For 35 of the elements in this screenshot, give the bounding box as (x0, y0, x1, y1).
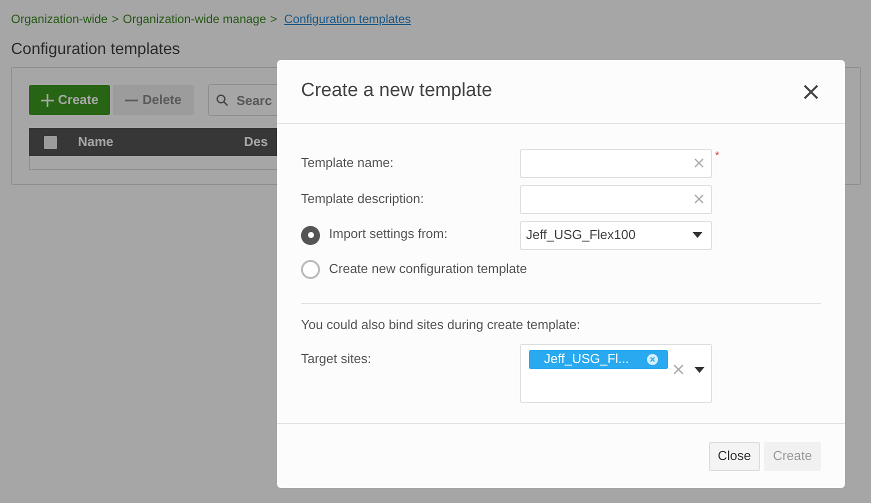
breadcrumb-link[interactable]: Organization-wide manage (122, 10, 266, 28)
site-tag[interactable]: Jeff_USG_Fl... (529, 350, 668, 368)
clear-icon[interactable] (694, 158, 704, 168)
caret-icon (692, 232, 703, 238)
option-label: Create new configuration template (329, 260, 528, 278)
field-label: Template name: (301, 154, 394, 172)
clear-icon[interactable] (694, 194, 704, 204)
radio-button[interactable] (301, 226, 320, 244)
dropdown[interactable]: Jeff_USG_Flex100 (520, 220, 712, 250)
plus-icon (41, 94, 54, 106)
breadcrumb-separator: > (270, 11, 278, 28)
checkbox[interactable] (44, 136, 57, 148)
breadcrumb-link[interactable]: Configuration templates (284, 10, 411, 28)
radio-button[interactable] (301, 260, 320, 278)
column-header[interactable]: Name (78, 132, 244, 152)
close-icon[interactable] (803, 84, 819, 100)
clear-icon[interactable] (673, 364, 684, 375)
field-label: Target sites: (301, 350, 372, 368)
create-button[interactable]: Create (29, 85, 110, 115)
required-mark: * (715, 149, 720, 164)
multi-select-field[interactable]: Jeff_USG_Fl... (520, 344, 712, 402)
input-field[interactable] (520, 148, 712, 178)
close-button[interactable]: Close (708, 442, 760, 470)
hint-text: You could also bind sites during create template: (301, 316, 582, 334)
breadcrumb-link[interactable]: Organization-wide (11, 10, 108, 28)
option-label: Import settings from: (329, 225, 448, 243)
page-title: Configuration templates (11, 40, 181, 58)
dialog-title: Create a new template (301, 79, 492, 104)
caret-icon[interactable] (694, 366, 705, 372)
remove-icon[interactable] (647, 354, 658, 364)
column-header[interactable]: Des (244, 132, 268, 152)
input-field[interactable] (520, 184, 712, 214)
breadcrumb-separator: > (112, 11, 119, 28)
search-icon (216, 94, 228, 106)
field-label: Template description: (301, 190, 425, 208)
